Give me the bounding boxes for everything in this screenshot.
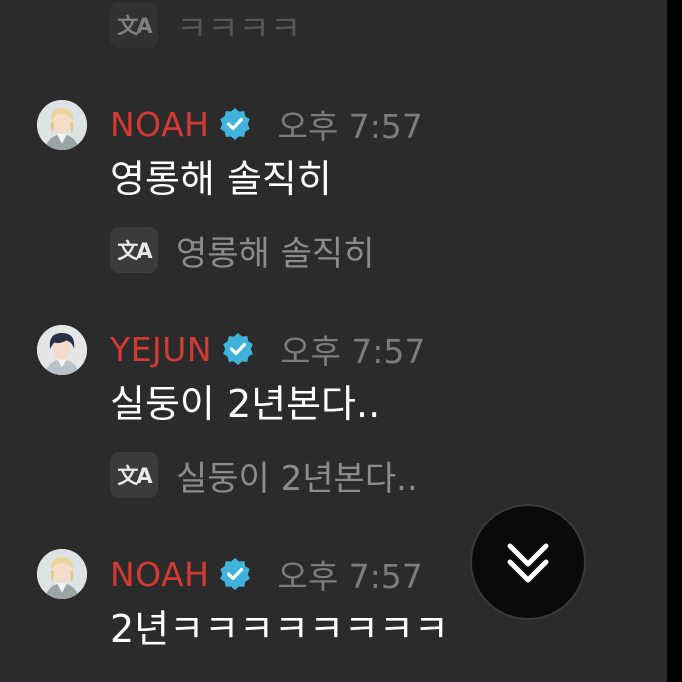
translate-icon[interactable]: 文A [110, 452, 158, 498]
message-header: YEJUN 오후 7:57 [110, 327, 426, 372]
message-translation: 文A ㅋㅋㅋㅋ [110, 2, 302, 49]
verified-badge-icon [223, 333, 253, 365]
avatar-image [37, 325, 87, 375]
message-header: NOAH 오후 7:57 [110, 552, 423, 597]
message-translation: 文A 실둥이 2년본다.. [110, 452, 418, 499]
avatar[interactable] [37, 100, 87, 150]
message-translation: 文A 영롱해 솔직히 [110, 227, 375, 274]
message-time: 오후 7:57 [277, 557, 423, 596]
translation-text: ㅋㅋㅋㅋ [176, 8, 302, 49]
avatar-image [37, 100, 87, 150]
author-name[interactable]: NOAH [110, 105, 209, 144]
scroll-to-bottom-button[interactable] [470, 504, 586, 620]
translation-text: 실둥이 2년본다.. [176, 458, 418, 499]
message-text: 영롱해 솔직히 [110, 157, 332, 201]
avatar-image [37, 549, 87, 599]
translation-text: 영롱해 솔직히 [176, 233, 375, 274]
verified-badge-icon [220, 108, 251, 140]
author-name[interactable]: YEJUN [110, 330, 212, 369]
double-chevron-down-icon [507, 543, 549, 583]
message-time: 오후 7:57 [277, 107, 423, 146]
verified-badge-icon [220, 558, 251, 590]
chat-panel: 文A ㅋㅋㅋㅋ NOAH 오후 7:57 영롱해 솔직히 文A 영롱해 솔직히 … [0, 0, 667, 682]
message-header: NOAH 오후 7:57 [110, 102, 423, 147]
message-text: 2년ㅋㅋㅋㅋㅋㅋㅋㅋ [110, 607, 449, 651]
translate-icon[interactable]: 文A [110, 2, 158, 48]
message-time: 오후 7:57 [280, 332, 426, 371]
author-name[interactable]: NOAH [110, 555, 209, 594]
message-text: 실둥이 2년본다.. [110, 382, 381, 426]
translate-icon[interactable]: 文A [110, 227, 158, 273]
avatar[interactable] [37, 549, 87, 599]
avatar[interactable] [37, 325, 87, 375]
